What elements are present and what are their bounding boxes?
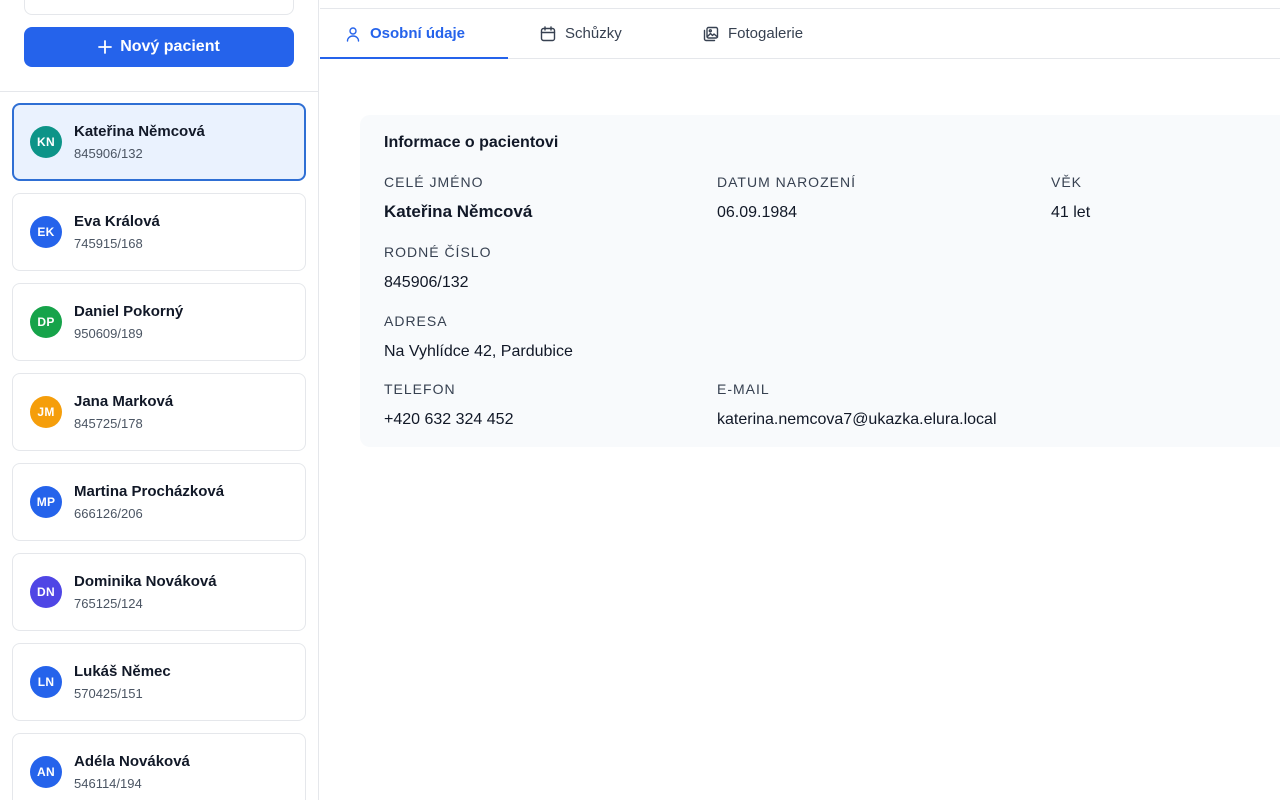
birth-date-field: Datum narození 06.09.1984 bbox=[717, 173, 856, 223]
patient-sidebar: Nový pacient KN Kateřina Němcová 845906/… bbox=[0, 0, 319, 800]
patient-id: 845906/132 bbox=[74, 146, 143, 161]
patient-card[interactable]: AN Adéla Nováková 546114/194 bbox=[12, 733, 306, 800]
avatar: EK bbox=[30, 216, 62, 248]
user-icon bbox=[346, 26, 360, 42]
patient-id: 546114/194 bbox=[74, 776, 142, 791]
patient-name: Adéla Nováková bbox=[74, 753, 190, 770]
patient-id: 950609/189 bbox=[74, 326, 143, 341]
patient-id: 666126/206 bbox=[74, 506, 143, 521]
patient-card[interactable]: JM Jana Marková 845725/178 bbox=[12, 373, 306, 451]
avatar: KN bbox=[30, 126, 62, 158]
patient-card[interactable]: EK Eva Králová 745915/168 bbox=[12, 193, 306, 271]
patient-card[interactable]: KN Kateřina Němcová 845906/132 bbox=[12, 103, 306, 181]
avatar: JM bbox=[30, 396, 62, 428]
avatar: DP bbox=[30, 306, 62, 338]
patient-list: KN Kateřina Němcová 845906/132 EK Eva Kr… bbox=[12, 103, 307, 800]
tab-label: Fotogalerie bbox=[728, 25, 804, 42]
new-patient-button[interactable]: Nový pacient bbox=[24, 27, 294, 67]
patient-name: Daniel Pokorný bbox=[74, 303, 184, 320]
patient-name: Martina Procházková bbox=[74, 483, 225, 500]
field-value: Kateřina Němcová bbox=[384, 202, 533, 221]
patient-card[interactable]: LN Lukáš Němec 570425/151 bbox=[12, 643, 306, 721]
birth-number-field: Rodné číslo 845906/132 bbox=[384, 243, 491, 293]
patient-name: Dominika Nováková bbox=[74, 573, 217, 590]
new-patient-label: Nový pacient bbox=[120, 38, 220, 55]
tab-photo-gallery[interactable]: Fotogalerie bbox=[703, 9, 903, 58]
field-value: Na Vyhlídce 42, Pardubice bbox=[384, 343, 573, 360]
patient-name: Lukáš Němec bbox=[74, 663, 171, 680]
tab-personal-info[interactable]: Osobní údaje bbox=[320, 9, 508, 59]
patient-name: Kateřina Němcová bbox=[74, 123, 205, 140]
tab-label: Osobní údaje bbox=[370, 25, 466, 42]
app-root: Nový pacient KN Kateřina Němcová 845906/… bbox=[0, 0, 1280, 800]
field-label: Věk bbox=[1051, 174, 1083, 190]
patient-card[interactable]: MP Martina Procházková 666126/206 bbox=[12, 463, 306, 541]
field-value: 41 let bbox=[1051, 204, 1091, 221]
avatar: DN bbox=[30, 576, 62, 608]
field-label: E-mail bbox=[717, 381, 770, 397]
patient-id: 765125/124 bbox=[74, 596, 143, 611]
plus-icon bbox=[98, 40, 113, 54]
field-label: Datum narození bbox=[717, 174, 856, 190]
tab-appointments[interactable]: Schůzky bbox=[508, 9, 703, 58]
address-field: Adresa Na Vyhlídce 42, Pardubice bbox=[384, 312, 573, 362]
field-value: +420 632 324 452 bbox=[384, 411, 514, 428]
search-input[interactable] bbox=[24, 0, 294, 15]
full-name-field: Celé jméno Kateřina Němcová bbox=[384, 173, 532, 222]
card-title: Informace o pacientovi bbox=[384, 134, 559, 151]
calendar-icon bbox=[540, 25, 556, 41]
phone-field: Telefon +420 632 324 452 bbox=[384, 380, 513, 430]
patient-name: Jana Marková bbox=[74, 393, 174, 410]
field-label: Rodné číslo bbox=[384, 244, 492, 260]
patient-detail: Osobní údaje Schůzky Fotogalerie Informa… bbox=[320, 0, 1280, 800]
tab-label: Schůzky bbox=[565, 25, 622, 42]
patient-id: 570425/151 bbox=[74, 686, 143, 701]
avatar: LN bbox=[30, 666, 62, 698]
field-label: Adresa bbox=[384, 313, 448, 329]
email-field: E-mail katerina.nemcova7@ukazka.elura.lo… bbox=[717, 380, 997, 430]
field-label: Telefon bbox=[384, 381, 456, 397]
patient-id: 745915/168 bbox=[74, 236, 143, 251]
field-value: 845906/132 bbox=[384, 274, 469, 291]
patient-id: 845725/178 bbox=[74, 416, 143, 431]
field-label: Celé jméno bbox=[384, 174, 484, 190]
avatar: MP bbox=[30, 486, 62, 518]
patient-info-card: Informace o pacientovi Celé jméno Kateři… bbox=[360, 115, 1280, 447]
detail-tabs: Osobní údaje Schůzky Fotogalerie bbox=[320, 9, 1280, 59]
sidebar-divider bbox=[0, 91, 318, 92]
age-field: Věk 41 let bbox=[1051, 173, 1090, 223]
patient-name: Eva Králová bbox=[74, 213, 160, 230]
patient-card[interactable]: DP Daniel Pokorný 950609/189 bbox=[12, 283, 306, 361]
gallery-icon bbox=[703, 26, 719, 41]
patient-card[interactable]: DN Dominika Nováková 765125/124 bbox=[12, 553, 306, 631]
avatar: AN bbox=[30, 756, 62, 788]
field-value: katerina.nemcova7@ukazka.elura.local bbox=[717, 411, 997, 428]
field-value: 06.09.1984 bbox=[717, 204, 798, 221]
